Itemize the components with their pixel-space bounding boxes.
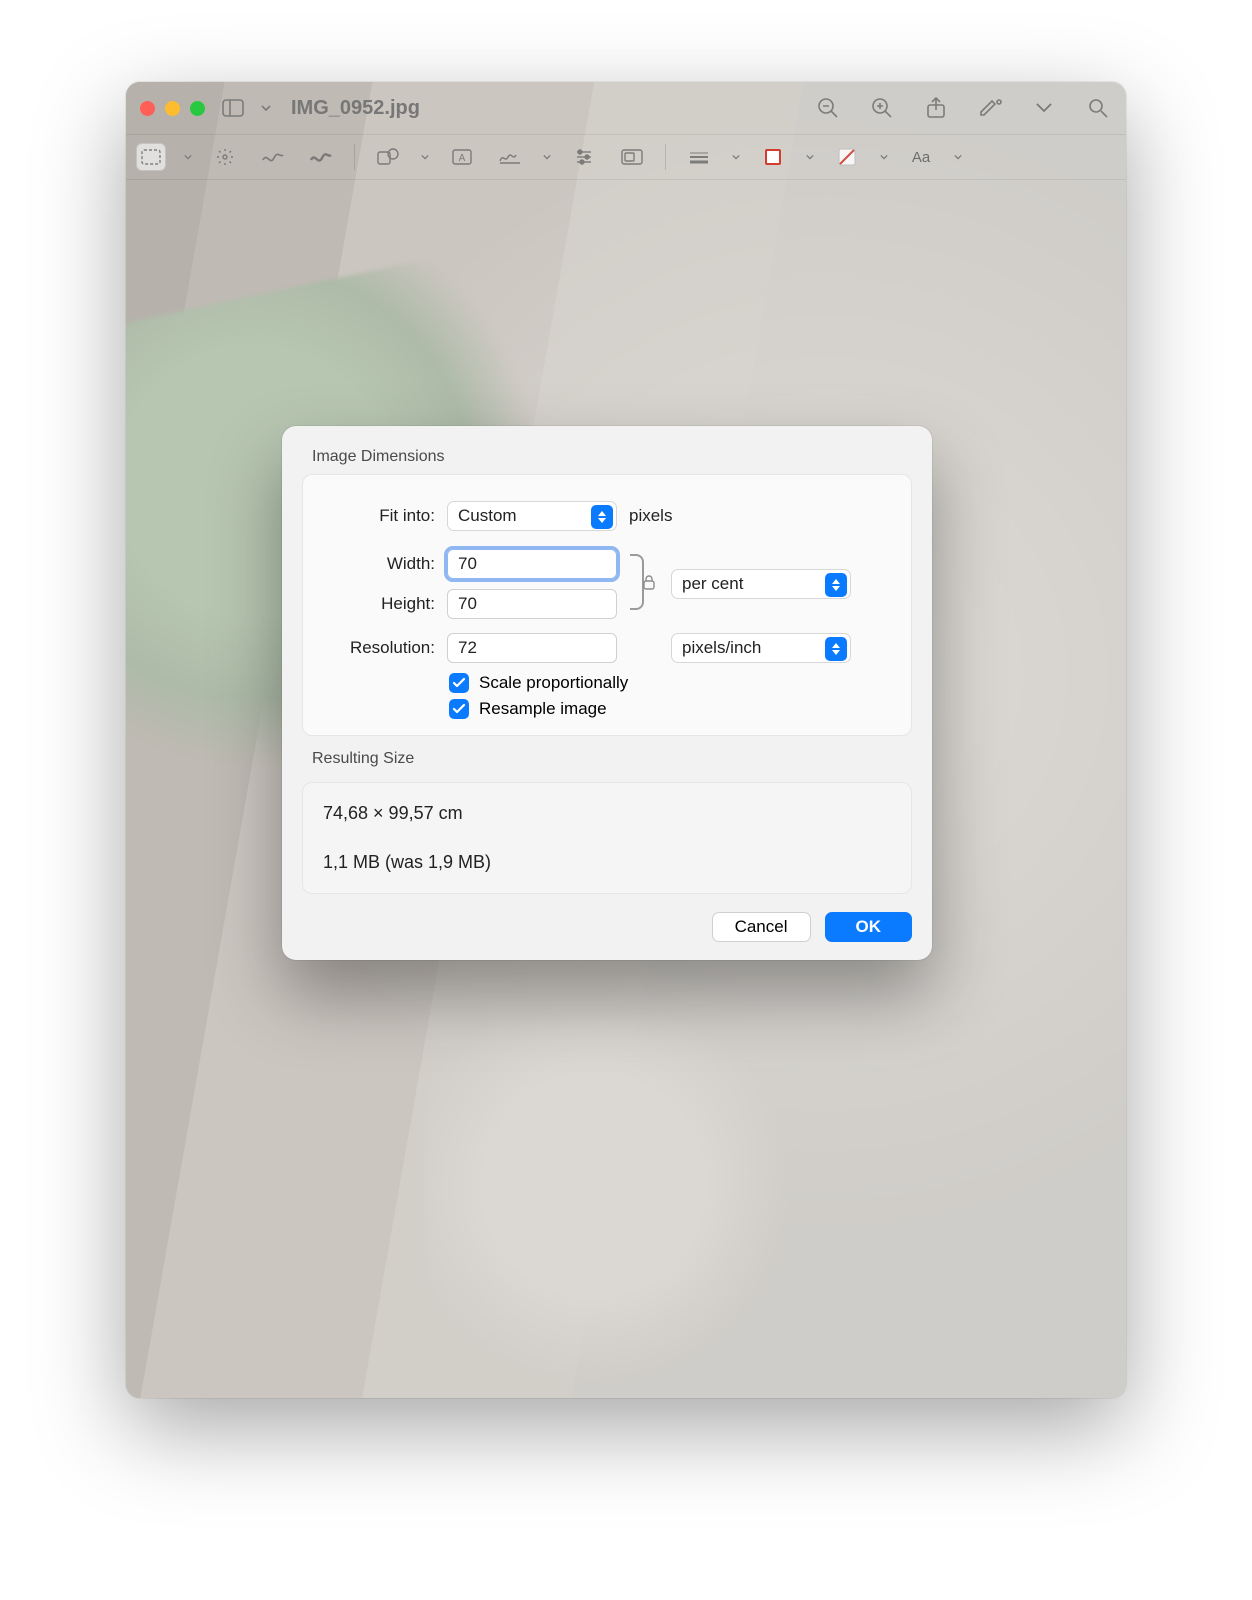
overflow-button[interactable]	[1030, 94, 1058, 122]
width-label: Width:	[319, 554, 435, 574]
zoom-in-button[interactable]	[868, 94, 896, 122]
chevron-down-icon	[954, 153, 962, 161]
markup-button[interactable]	[976, 94, 1004, 122]
draw-tool[interactable]	[306, 143, 336, 171]
resample-image-checkbox[interactable]	[449, 699, 469, 719]
search-button[interactable]	[1084, 94, 1112, 122]
fit-into-units: pixels	[629, 506, 672, 526]
cancel-button[interactable]: Cancel	[712, 912, 811, 942]
adjust-size-tool[interactable]	[617, 143, 647, 171]
toolbar-divider	[665, 144, 666, 170]
select-arrows-icon	[591, 505, 613, 529]
size-units-value: per cent	[682, 574, 743, 594]
chevron-down-icon	[732, 153, 740, 161]
shapes-tool[interactable]	[373, 143, 403, 171]
text-tool[interactable]: A	[447, 143, 477, 171]
proportion-bracket	[629, 549, 659, 615]
fit-into-value: Custom	[458, 506, 517, 526]
zoom-out-button[interactable]	[814, 94, 842, 122]
text-style-tool[interactable]: Aa	[906, 143, 936, 171]
width-input[interactable]	[447, 549, 617, 579]
chevron-down-icon	[184, 153, 192, 161]
scale-proportionally-label: Scale proportionally	[479, 673, 628, 693]
fit-into-select[interactable]: Custom	[447, 501, 617, 531]
checkmark-icon	[452, 702, 466, 716]
lock-icon	[640, 573, 658, 591]
fit-into-label: Fit into:	[319, 506, 435, 526]
select-arrows-icon	[825, 637, 847, 661]
share-button[interactable]	[922, 94, 950, 122]
svg-text:A: A	[459, 153, 466, 164]
select-arrows-icon	[825, 573, 847, 597]
resolution-units-value: pixels/inch	[682, 638, 761, 658]
toolbar-divider	[354, 144, 355, 170]
window-controls	[140, 101, 205, 116]
resulting-dimensions: 74,68 × 99,57 cm	[323, 803, 891, 824]
titlebar: IMG_0952.jpg	[126, 82, 1126, 134]
resolution-input[interactable]	[447, 633, 617, 663]
app-window: IMG_0952.jpg A Aa	[126, 82, 1126, 1398]
resolution-units-select[interactable]: pixels/inch	[671, 633, 851, 663]
adjust-color-tool[interactable]	[569, 143, 599, 171]
resulting-filesize: 1,1 MB (was 1,9 MB)	[323, 852, 891, 873]
sign-tool[interactable]	[495, 143, 525, 171]
markup-toolbar: A Aa	[126, 134, 1126, 180]
border-color-tool[interactable]	[758, 143, 788, 171]
zoom-window-button[interactable]	[190, 101, 205, 116]
minimize-window-button[interactable]	[165, 101, 180, 116]
rect-select-tool[interactable]	[136, 143, 166, 171]
dialog-section-label: Image Dimensions	[312, 448, 908, 466]
resample-image-label: Resample image	[479, 699, 607, 719]
dimensions-panel: Fit into: Custom pixels Width: Height:	[302, 474, 912, 736]
chevron-down-icon	[421, 153, 429, 161]
resulting-size-label: Resulting Size	[312, 750, 908, 768]
sidebar-toggle-button[interactable]	[219, 94, 247, 122]
checkmark-icon	[452, 676, 466, 690]
ok-button[interactable]: OK	[825, 912, 913, 942]
chevron-down-icon	[880, 153, 888, 161]
chevron-down-icon	[806, 153, 814, 161]
height-label: Height:	[319, 594, 435, 614]
resolution-label: Resolution:	[319, 638, 435, 658]
color-swatch-icon	[765, 149, 781, 165]
instant-alpha-tool[interactable]	[210, 143, 240, 171]
resulting-size-panel: 74,68 × 99,57 cm 1,1 MB (was 1,9 MB)	[302, 782, 912, 894]
chevron-down-icon	[543, 153, 551, 161]
sketch-tool[interactable]	[258, 143, 288, 171]
height-input[interactable]	[447, 589, 617, 619]
chevron-down-icon	[261, 103, 271, 113]
fill-color-tool[interactable]	[832, 143, 862, 171]
size-units-select[interactable]: per cent	[671, 569, 851, 599]
close-window-button[interactable]	[140, 101, 155, 116]
line-style-tool[interactable]	[684, 143, 714, 171]
adjust-size-dialog: Image Dimensions Fit into: Custom pixels…	[282, 426, 932, 960]
scale-proportionally-checkbox[interactable]	[449, 673, 469, 693]
document-title: IMG_0952.jpg	[291, 97, 420, 120]
